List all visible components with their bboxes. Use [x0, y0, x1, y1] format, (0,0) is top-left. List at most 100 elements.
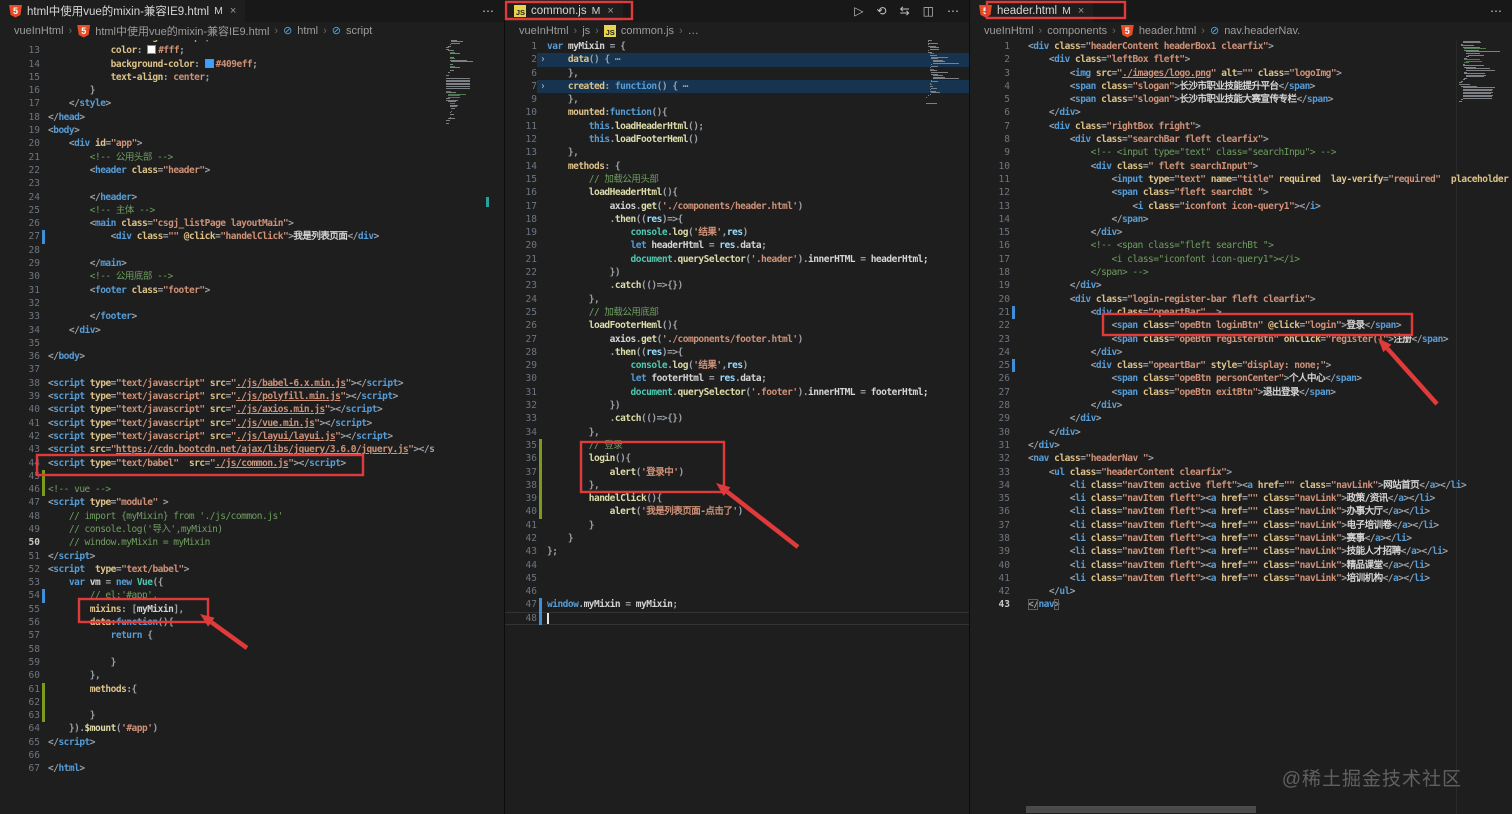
- code-line-6[interactable]: 6 },: [505, 67, 969, 80]
- code-line-66[interactable]: 66: [0, 749, 504, 762]
- code-line-46[interactable]: 46 <!-- vue -->: [0, 483, 504, 497]
- code-line-30[interactable]: 30 let footerHtml = res.data;: [505, 372, 969, 385]
- code-line-48[interactable]: 48: [505, 611, 969, 626]
- breadcrumb-item[interactable]: common.js: [621, 25, 674, 37]
- code-line-50[interactable]: 50 // window.myMixin = myMixin: [0, 536, 504, 549]
- code-line-20[interactable]: 20 <div id="app">: [0, 137, 504, 150]
- code-line-40[interactable]: 40 <li class="navItem fleft"><a href="" …: [970, 559, 1512, 572]
- code-line-29[interactable]: 29 </main>: [0, 257, 504, 270]
- code-line-64[interactable]: 64 }).$mount('#app'): [0, 722, 504, 735]
- minimap[interactable]: [926, 38, 966, 106]
- code-line-19[interactable]: 19 console.log('结果',res): [505, 226, 969, 239]
- more-actions[interactable]: ⋯: [947, 4, 959, 18]
- code-line-34[interactable]: 34 },: [505, 426, 969, 439]
- code-line-26[interactable]: 26 loadFooterHeml(){: [505, 319, 969, 332]
- code-line-55[interactable]: 55 mixins: [myMixin],: [0, 603, 504, 616]
- code-line-24[interactable]: 24 },: [505, 293, 969, 306]
- code-line-32[interactable]: 32 <nav class="headerNav ">: [970, 452, 1512, 465]
- code-line-52[interactable]: 52 <script type="text/babel">: [0, 563, 504, 576]
- code-line-43[interactable]: 43 </nav>: [970, 598, 1512, 611]
- code-line-21[interactable]: 21 <!-- 公用头部 -->: [0, 151, 504, 164]
- code-line-34[interactable]: 34 <li class="navItem active fleft"><a h…: [970, 479, 1512, 492]
- code-line-17[interactable]: 17 axios.get('./components/header.html'): [505, 200, 969, 213]
- code-line-7[interactable]: 7 › created: function() { ⋯: [505, 79, 969, 94]
- timeline-icon[interactable]: ⟲: [877, 4, 887, 18]
- code-line-48[interactable]: 48 // import {myMixin} from './js/common…: [0, 510, 504, 523]
- code-line-39[interactable]: 39 <script type="text/javascript" src="./…: [0, 390, 504, 403]
- code-line-38[interactable]: 38 },: [505, 478, 969, 493]
- code-line-23[interactable]: 23 .catch(()=>{}): [505, 279, 969, 292]
- code-line-17[interactable]: 17 </style>: [0, 97, 504, 110]
- code-line-28[interactable]: 28 </div>: [970, 399, 1512, 412]
- code-line-16[interactable]: 16 loadHeaderHtml(){: [505, 186, 969, 199]
- code-line-37[interactable]: 37 <li class="navItem fleft"><a href="" …: [970, 519, 1512, 532]
- code-line-12[interactable]: 12 <span class="fleft searchBt ">: [970, 186, 1512, 199]
- code-line-42[interactable]: 42 </ul>: [970, 585, 1512, 598]
- code-line-21[interactable]: 21 <div class="opeartBar" >: [970, 305, 1512, 320]
- code-line-18[interactable]: 18 .then((res)=>{: [505, 213, 969, 226]
- code-line-13[interactable]: 13 <i class="iconfont icon-query1"></i>: [970, 200, 1512, 213]
- breadcrumb-item[interactable]: html中使用vue的mixin-兼容IE9.html: [95, 23, 269, 39]
- code-line-28[interactable]: 28: [0, 244, 504, 257]
- code-line-5[interactable]: 5 <span class="slogan">长沙市职业技能大赛宣传专栏</sp…: [970, 93, 1512, 106]
- code-line-36[interactable]: 36 <li class="navItem fleft"><a href="" …: [970, 505, 1512, 518]
- code-line-67[interactable]: 67 </html>: [0, 762, 504, 775]
- code-line-14[interactable]: 14 background-color: #409eff;: [0, 58, 504, 71]
- code-line-14[interactable]: 14 </span>: [970, 213, 1512, 226]
- code-line-19[interactable]: 19 <body>: [0, 124, 504, 137]
- code-line-33[interactable]: 33 .catch(()=>{}): [505, 412, 969, 425]
- code-line-57[interactable]: 57 return {: [0, 629, 504, 642]
- close-icon[interactable]: ×: [607, 5, 613, 17]
- code-line-62[interactable]: 62: [0, 695, 504, 710]
- code-line-31[interactable]: 31 document.querySelector('.footer').inn…: [505, 386, 969, 399]
- code-line-37[interactable]: 37: [0, 363, 504, 376]
- code-line-22[interactable]: 22 }): [505, 266, 969, 279]
- code-line-47[interactable]: 47 window.myMixin = myMixin;: [505, 598, 969, 612]
- code-line-43[interactable]: 43 <script src="https://cdn.bootcdn.net/a…: [0, 443, 504, 456]
- code-line-16[interactable]: 16 <!-- <span class="fleft searchBt ">: [970, 239, 1512, 252]
- code-line-15[interactable]: 15 text-align: center;: [0, 71, 504, 84]
- code-line-51[interactable]: 51 </script>: [0, 550, 504, 563]
- code-line-17[interactable]: 17 <i class="iconfont icon-query1"></i>: [970, 253, 1512, 266]
- code-line-9[interactable]: 9 <!-- <input type="text" class="searchI…: [970, 146, 1512, 159]
- breadcrumbs-right[interactable]: vueInHtml › components › 5 header.html › ⊘ nav.h…: [970, 22, 1512, 40]
- code-line-11[interactable]: 11 <input type="text" name="title" requi…: [970, 173, 1512, 186]
- code-line-11[interactable]: 11 this.loadHeaderHtml();: [505, 120, 969, 133]
- breadcrumb-item[interactable]: js: [582, 25, 590, 37]
- code-line-22[interactable]: 22 <span class="opeBtn loginBtn" @click=…: [970, 319, 1512, 332]
- code-line-42[interactable]: 42 }: [505, 532, 969, 545]
- code-line-39[interactable]: 39 handelClick(){: [505, 492, 969, 506]
- code-line-40[interactable]: 40 <script type="text/javascript" src="./…: [0, 403, 504, 416]
- tab-common.js[interactable]: JS common.js M ×: [505, 0, 623, 22]
- fold-chevron-icon[interactable]: ›: [540, 53, 546, 66]
- code-line-53[interactable]: 53 var vm = new Vue({: [0, 576, 504, 589]
- tab-header.html[interactable]: 5 header.html M ×: [970, 0, 1094, 22]
- code-line-25[interactable]: 25 <!-- 主体 -->: [0, 204, 504, 217]
- code-line-27[interactable]: 27 <span class="opeBtn exitBtn">退出登录</sp…: [970, 386, 1512, 399]
- code-line-23[interactable]: 23: [0, 177, 504, 190]
- code-line-31[interactable]: 31 <footer class="footer">: [0, 284, 504, 297]
- code-line-43[interactable]: 43};: [505, 545, 969, 558]
- code-line-41[interactable]: 41 <li class="navItem fleft"><a href="" …: [970, 572, 1512, 585]
- breadcrumb-item[interactable]: html: [297, 25, 318, 37]
- code-line-29[interactable]: 29 </div>: [970, 412, 1512, 425]
- code-editor-left[interactable]: 12 line-height: 600px;13 color: #fff;14 …: [0, 40, 504, 814]
- code-line-30[interactable]: 30 </div>: [970, 426, 1512, 439]
- code-line-29[interactable]: 29 console.log('结果',res): [505, 359, 969, 372]
- breadcrumb-item[interactable]: vueInHtml: [519, 25, 569, 37]
- breadcrumbs-middle[interactable]: vueInHtml › js › JS common.js ›…: [505, 22, 969, 40]
- code-line-16[interactable]: 16 }: [0, 84, 504, 97]
- code-editor-middle[interactable]: 1 var myMixin = {2 › data() { ⋯ 6 }, 7 › crea…: [505, 40, 969, 814]
- minimap[interactable]: [1459, 36, 1505, 103]
- code-line-24[interactable]: 24 </header>: [0, 191, 504, 204]
- code-line-4[interactable]: 4 <span class="slogan">长沙市职业技能提升平台</span…: [970, 80, 1512, 93]
- code-line-49[interactable]: 49 // console.log('导入',myMixin): [0, 523, 504, 536]
- code-line-35[interactable]: 35: [0, 337, 504, 350]
- breadcrumb-item[interactable]: components: [1047, 25, 1107, 37]
- code-line-13[interactable]: 13 },: [505, 146, 969, 159]
- breadcrumb-item[interactable]: header.html: [1139, 25, 1196, 37]
- code-line-10[interactable]: 10 <div class=" fleft searchInput">: [970, 160, 1512, 173]
- tab-html中使用vue的mixin-兼容IE9.html[interactable]: 5 html中使用vue的mixin-兼容IE9.html M ×: [0, 0, 246, 22]
- sync-changes-icon[interactable]: ⇆: [900, 4, 910, 18]
- code-line-59[interactable]: 59 }: [0, 656, 504, 669]
